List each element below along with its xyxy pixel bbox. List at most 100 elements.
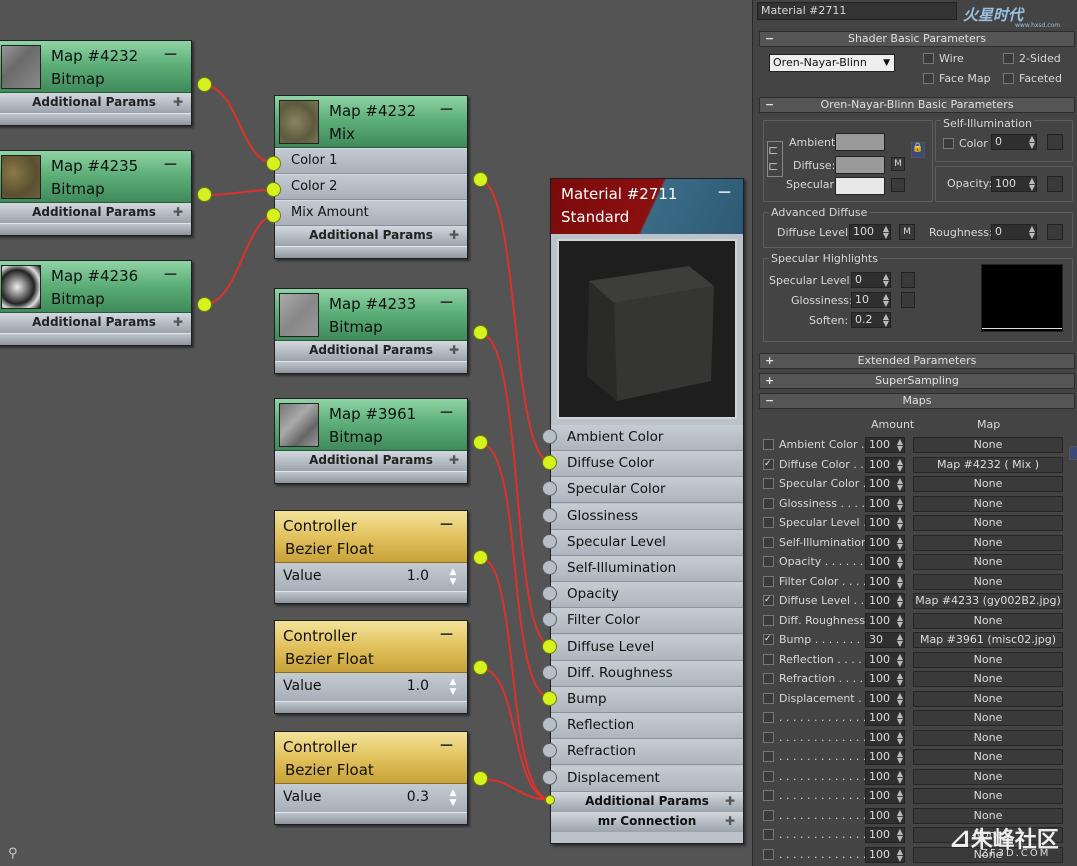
map-amount-spinner[interactable]: 100 ▲ ▼ <box>865 593 905 609</box>
material-slot-diff-roughness[interactable]: Diff. Roughness <box>551 661 743 687</box>
material-slot-specular-level[interactable]: Specular Level <box>551 530 743 556</box>
slot-color-1[interactable]: Color 1 <box>275 148 467 174</box>
map-enable-checkbox[interactable] <box>763 653 774 665</box>
specular-swatch[interactable] <box>835 177 885 195</box>
map-amount-spinner[interactable]: 100 ▲ ▼ <box>865 573 905 590</box>
map-amount-spinner[interactable]: 100 ▲ ▼ <box>865 495 905 512</box>
map-enable-checkbox[interactable] <box>763 731 774 743</box>
map-amount-spinner[interactable]: 100 ▲ ▼ <box>865 768 905 785</box>
map-slot-button[interactable]: None <box>913 534 1063 551</box>
map-enable-checkbox[interactable] <box>763 517 774 528</box>
slot-mix-amount[interactable]: Mix Amount <box>275 200 467 226</box>
map-amount-spinner[interactable]: 100 ▲ ▼ <box>865 807 905 824</box>
map-amount-spinner[interactable]: 100 ▲ ▼ <box>865 534 905 551</box>
map-enable-checkbox[interactable]: ✓ <box>763 595 774 606</box>
map-enable-checkbox[interactable] <box>763 692 774 704</box>
binoculars-icon[interactable]: ⚲ <box>8 846 18 861</box>
material-input-socket[interactable] <box>542 429 557 444</box>
mr-connection-button[interactable]: mr Connection ✚ <box>551 811 743 832</box>
map-slot-button[interactable]: None <box>913 515 1063 531</box>
shader-type-dropdown[interactable]: Oren-Nayar-Blinn ▼ <box>769 54 895 72</box>
additional-params-button[interactable]: Additional Params ✚ <box>0 93 191 113</box>
material-slot-displacement[interactable]: Displacement <box>551 766 743 792</box>
material-input-socket[interactable] <box>542 455 557 470</box>
diffuse-level-map-button[interactable]: M <box>899 224 915 240</box>
map-enable-checkbox[interactable] <box>763 848 774 860</box>
material-slot-glossiness[interactable]: Glossiness <box>551 504 743 530</box>
map-amount-spinner[interactable]: 100 ▲ ▼ <box>865 671 905 687</box>
node-map-4236-bitmap[interactable]: Map #4236 Bitmap — Additional Params ✚ <box>0 260 192 346</box>
material-input-socket[interactable] <box>542 743 557 758</box>
map-slot-button[interactable]: None <box>913 554 1063 570</box>
opacity-map-button[interactable] <box>1047 176 1063 192</box>
map-amount-spinner[interactable]: 100 ▲ ▼ <box>865 690 905 707</box>
glossiness-spinner[interactable]: 10 ▲ ▼ <box>851 292 891 308</box>
self-illum-color-checkbox[interactable] <box>943 138 954 149</box>
soften-spinner[interactable]: 0.2 ▲ ▼ <box>851 312 891 328</box>
map-amount-spinner[interactable]: 30 ▲ ▼ <box>865 632 905 648</box>
output-socket[interactable] <box>473 550 488 565</box>
map-enable-checkbox[interactable] <box>763 556 774 567</box>
value-field[interactable]: Value 0.3 ▲ ▼ <box>275 784 467 812</box>
self-illum-spinner[interactable]: 0 ▲ ▼ <box>991 134 1037 150</box>
output-socket[interactable] <box>473 660 488 675</box>
map-slot-button[interactable]: Map #4233 (gy002B2.jpg) <box>913 593 1063 609</box>
minimize-icon[interactable]: — <box>718 182 731 204</box>
minimize-icon[interactable]: — <box>440 402 453 424</box>
node-map-4232-mix[interactable]: Map #4232 Mix — Color 1 Color 2 Mix Amou… <box>274 95 468 259</box>
map-slot-button[interactable]: Map #4232 ( Mix ) <box>913 456 1063 473</box>
rollout-shader-basic[interactable]: − Shader Basic Parameters <box>759 31 1075 47</box>
additional-params-button[interactable]: Additional Params ✚ <box>275 451 467 471</box>
input-socket-mix-amount[interactable] <box>266 208 281 223</box>
map-amount-spinner[interactable]: 100 ▲ ▼ <box>865 612 905 629</box>
map-enable-checkbox[interactable]: ✓ <box>763 458 774 470</box>
map-slot-button[interactable]: None <box>913 651 1063 668</box>
map-enable-checkbox[interactable] <box>763 809 774 821</box>
map-enable-checkbox[interactable] <box>763 790 774 801</box>
input-socket-color-1[interactable] <box>266 156 281 171</box>
slot-color-2[interactable]: Color 2 <box>275 174 467 200</box>
map-slot-button[interactable]: Map #3961 (misc02.jpg) <box>913 632 1063 648</box>
map-amount-spinner[interactable]: 100 ▲ ▼ <box>865 846 905 863</box>
map-slot-button[interactable]: None <box>913 690 1063 707</box>
output-socket[interactable] <box>197 187 212 202</box>
spinner-icon[interactable]: ▲ ▼ <box>447 567 459 587</box>
ambient-swatch[interactable] <box>835 133 885 151</box>
map-slot-button[interactable]: None <box>913 671 1063 687</box>
node-map-4233-bitmap[interactable]: Map #4233 Bitmap — Additional Params ✚ <box>274 288 468 374</box>
minimize-icon[interactable]: — <box>164 154 177 176</box>
map-enable-checkbox[interactable] <box>763 673 774 684</box>
minimize-icon[interactable]: — <box>440 292 453 314</box>
map-slot-button[interactable]: None <box>913 437 1063 453</box>
map-enable-checkbox[interactable] <box>763 829 774 840</box>
map-amount-spinner[interactable]: 100 ▲ ▼ <box>865 827 905 843</box>
diffuse-swatch[interactable] <box>835 156 885 174</box>
material-input-socket[interactable] <box>542 481 557 496</box>
specular-map-button[interactable] <box>891 178 905 192</box>
additional-params-button[interactable]: Additional Params ✚ <box>275 341 467 361</box>
diffuse-level-spinner[interactable]: 100 ▲ ▼ <box>849 224 891 240</box>
map-amount-spinner[interactable]: 100 ▲ ▼ <box>865 456 905 473</box>
roughness-spinner[interactable]: 0 ▲ ▼ <box>991 224 1037 240</box>
material-slot-self-illumination[interactable]: Self-Illumination <box>551 556 743 582</box>
material-slot-diffuse-level[interactable]: Diffuse Level <box>551 635 743 661</box>
node-controller-bezier-float-3[interactable]: Controller Bezier Float — Value 0.3 ▲ ▼ <box>274 731 468 825</box>
rollout-supersampling[interactable]: + SuperSampling <box>759 373 1075 389</box>
map-enable-checkbox[interactable] <box>763 770 774 782</box>
node-material-2711-standard[interactable]: Material #2711 Standard — Ambient Color D… <box>550 178 744 844</box>
rollout-onb-basic[interactable]: − Oren-Nayar-Blinn Basic Parameters <box>759 97 1075 113</box>
map-slot-button[interactable]: None <box>913 729 1063 746</box>
material-input-socket[interactable] <box>542 665 557 680</box>
map-enable-checkbox[interactable] <box>763 536 774 548</box>
map-enable-checkbox[interactable] <box>763 712 774 723</box>
map-slot-button[interactable]: None <box>913 768 1063 785</box>
map-amount-spinner[interactable]: 100 ▲ ▼ <box>865 710 905 726</box>
additional-params-button[interactable]: Additional Params ✚ <box>275 226 467 246</box>
lock-icon[interactable] <box>1069 446 1077 460</box>
material-input-socket[interactable] <box>542 639 557 654</box>
map-amount-spinner[interactable]: 100 ▲ ▼ <box>865 788 905 804</box>
node-editor-canvas[interactable]: Map #4232 Bitmap — Additional Params ✚ Ma… <box>0 0 752 866</box>
map-enable-checkbox[interactable] <box>763 497 774 509</box>
material-input-socket[interactable] <box>542 717 557 732</box>
map-amount-spinner[interactable]: 100 ▲ ▼ <box>865 515 905 531</box>
